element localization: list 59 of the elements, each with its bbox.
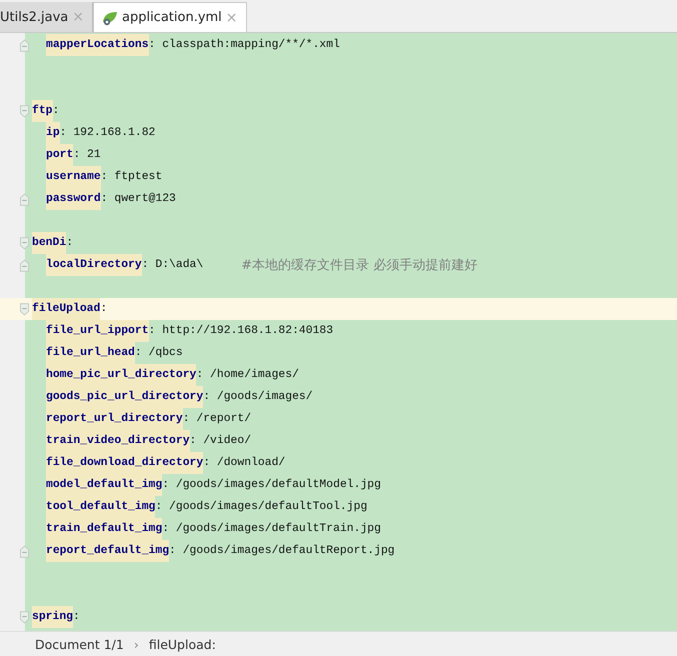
yaml-key: ftp — [32, 100, 53, 122]
yaml-value: : ftptest — [100, 171, 162, 183]
yaml-key: ip — [46, 122, 60, 144]
yaml-key: tool_default_img — [46, 496, 156, 518]
yaml-value: : D:\ada\ — [142, 259, 204, 271]
yaml-key: localDirectory — [46, 254, 142, 276]
fold-marker-icon[interactable] — [20, 236, 29, 250]
yaml-value: : — [66, 237, 74, 249]
yaml-value: : /goods/images/ — [203, 391, 313, 403]
yaml-key: username — [46, 166, 101, 188]
yaml-key: spring — [32, 606, 74, 628]
yaml-key: fileUpload — [32, 298, 100, 320]
fold-marker-icon[interactable] — [20, 302, 29, 316]
yaml-key: goods_pic_url_directory — [46, 386, 204, 408]
file-tab[interactable]: application.yml × — [92, 2, 247, 32]
yaml-value: : /download/ — [203, 457, 286, 469]
breadcrumb-separator: › — [134, 636, 139, 652]
yaml-value: : 192.168.1.82 — [60, 127, 156, 139]
yaml-key: train_video_directory — [46, 430, 190, 452]
yaml-value: : /qbcs — [134, 347, 183, 359]
yaml-value: : /home/images/ — [196, 369, 299, 381]
file-tab[interactable]: Utils2.java × — [0, 2, 93, 32]
yaml-key: file_url_head — [46, 342, 135, 364]
fold-marker-icon[interactable] — [20, 104, 29, 118]
yaml-key: port — [46, 144, 74, 166]
fold-marker-icon[interactable] — [20, 258, 29, 272]
yaml-key: train_default_img — [46, 518, 162, 540]
yaml-key: report_url_directory — [46, 408, 183, 430]
yaml-value: : /goods/images/defaultReport.jpg — [169, 545, 395, 557]
yaml-value: : /video/ — [190, 435, 252, 447]
yaml-key: benDi — [32, 232, 66, 254]
yaml-value: : — [100, 303, 108, 315]
yaml-value: : /goods/images/defaultTrain.jpg — [162, 523, 381, 535]
yaml-value: : /goods/images/defaultModel.jpg — [162, 479, 381, 491]
yaml-value: : qwert@123 — [100, 193, 176, 205]
yaml-key: mapperLocations — [46, 34, 149, 56]
fold-marker-icon[interactable] — [20, 38, 29, 52]
yaml-value: : 21 — [73, 149, 101, 161]
yaml-key: report_default_img — [46, 540, 170, 562]
yaml-key: file_download_directory — [46, 452, 204, 474]
yaml-key: model_default_img — [46, 474, 162, 496]
yaml-value: : — [73, 611, 80, 623]
tab-label: Utils2.java — [0, 10, 68, 24]
yaml-value: : /report/ — [182, 413, 252, 425]
fold-marker-icon[interactable] — [20, 192, 29, 206]
fold-marker-icon[interactable] — [20, 610, 29, 624]
yaml-value: : classpath:mapping/**/*.xml — [148, 39, 340, 51]
breadcrumb[interactable]: fileUpload: — [148, 636, 216, 652]
code-comment: #本地的缓存文件目录 必须手动提前建好 — [241, 257, 478, 274]
fold-marker-icon[interactable] — [20, 544, 29, 558]
tab-label: application.yml — [122, 10, 222, 25]
yaml-key: password — [46, 188, 101, 210]
leaf-icon — [102, 10, 118, 26]
yaml-key: file_url_ipport — [46, 320, 149, 342]
yaml-value: : http://192.168.1.82:40183 — [148, 325, 334, 337]
yaml-value: : /goods/images/defaultTool.jpg — [155, 501, 368, 513]
yaml-value: : — [52, 105, 60, 117]
breadcrumb[interactable]: Document 1/1 — [35, 636, 124, 652]
yaml-key: home_pic_url_directory — [46, 364, 196, 386]
